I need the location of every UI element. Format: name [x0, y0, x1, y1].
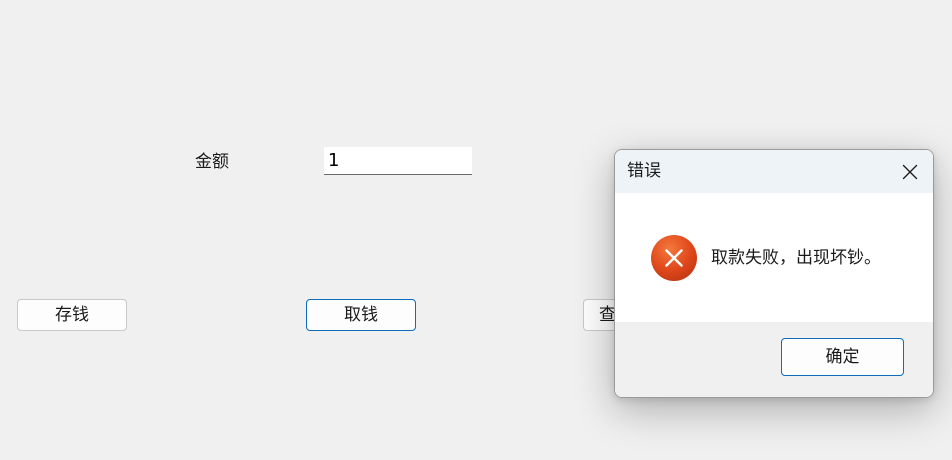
error-icon [651, 235, 697, 281]
deposit-button[interactable]: 存钱 [17, 299, 127, 331]
dialog-footer: 确定 [615, 322, 933, 397]
dialog-body: 取款失败，出现坏钞。 [615, 193, 933, 322]
amount-label: 金额 [195, 152, 229, 172]
withdraw-button[interactable]: 取钱 [306, 299, 416, 331]
close-button[interactable] [887, 150, 933, 193]
error-dialog: 错误 取款失败，出现坏钞。 确定 [614, 149, 934, 398]
dialog-message: 取款失败，出现坏钞。 [711, 248, 881, 268]
amount-input[interactable] [324, 147, 472, 175]
dialog-titlebar[interactable]: 错误 [615, 150, 933, 193]
dialog-title: 错误 [627, 161, 661, 181]
close-icon [902, 164, 918, 179]
ok-button[interactable]: 确定 [781, 338, 904, 376]
